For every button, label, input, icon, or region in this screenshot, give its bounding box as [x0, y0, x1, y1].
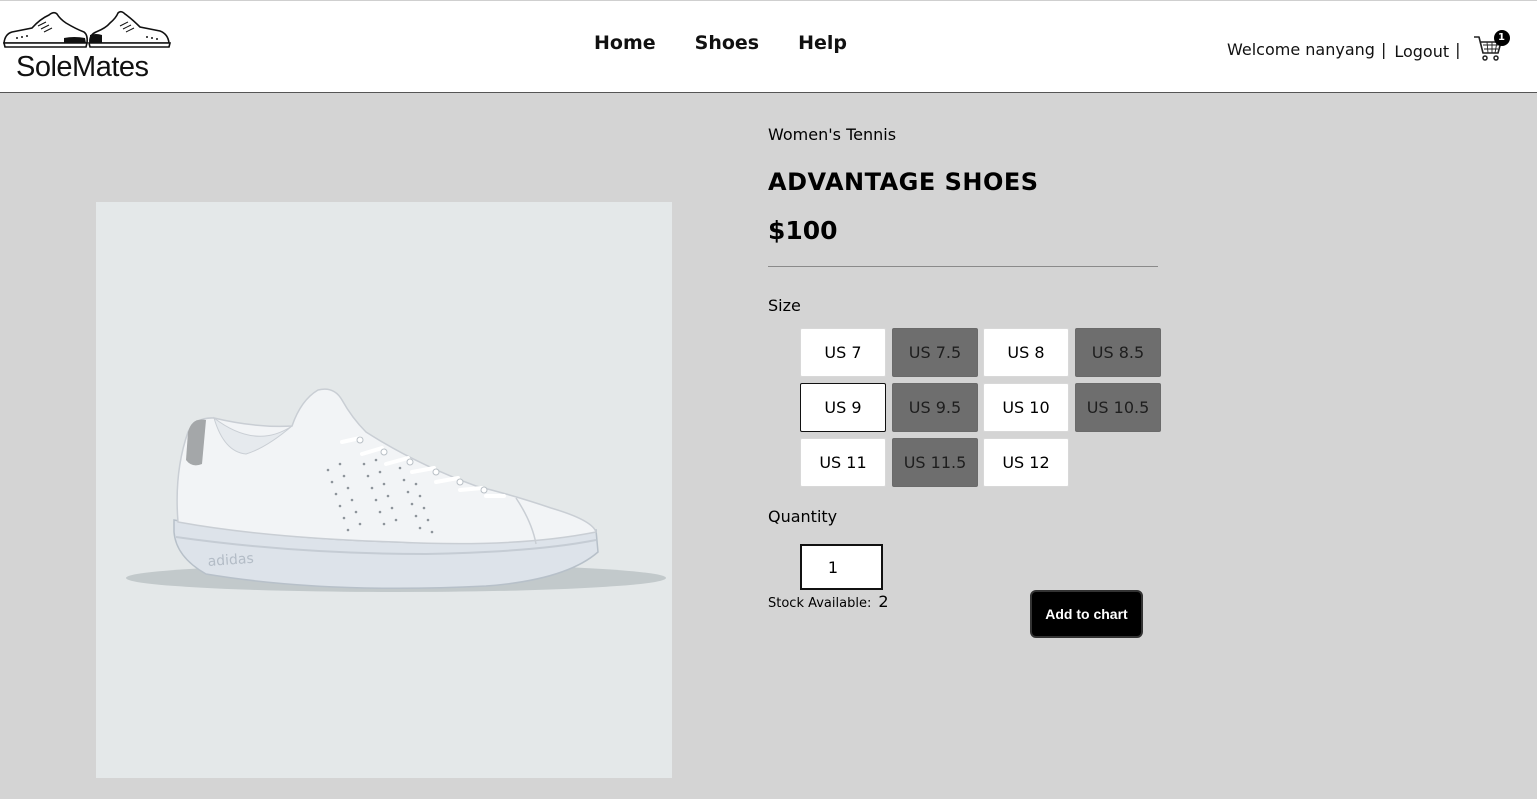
logo-text: SoleMates: [16, 51, 149, 83]
quantity-label: Quantity: [768, 507, 838, 526]
size-option-us-7-5[interactable]: US 7.5: [892, 328, 978, 377]
stock-label: Stock Available:: [768, 596, 872, 611]
cart-count-badge: 1: [1493, 30, 1510, 46]
separator: |: [1455, 39, 1461, 59]
size-option-us-11[interactable]: US 11: [800, 438, 886, 487]
divider: [768, 266, 1158, 267]
size-option-us-8[interactable]: US 8: [983, 328, 1069, 377]
stock-info: Stock Available: 2: [768, 592, 889, 611]
size-option-us-8-5[interactable]: US 8.5: [1075, 328, 1161, 377]
sneakers-logo-icon: [2, 10, 172, 48]
solemates-logo[interactable]: SoleMates: [2, 5, 172, 83]
stock-value: 2: [878, 592, 889, 611]
product-image: adidas: [96, 202, 672, 778]
size-option-us-9[interactable]: US 9: [800, 383, 886, 432]
product-title: ADVANTAGE SHOES: [768, 168, 1039, 196]
size-label: Size: [768, 296, 801, 315]
add-to-cart-button[interactable]: Add to chart: [1030, 590, 1143, 638]
product-info: Women's Tennis ADVANTAGE SHOES $100 Size…: [768, 124, 1161, 638]
svg-text:adidas: adidas: [207, 551, 254, 570]
nav-help[interactable]: Help: [798, 32, 847, 54]
size-option-us-12[interactable]: US 12: [983, 438, 1069, 487]
nav-shoes[interactable]: Shoes: [695, 32, 759, 54]
main-nav: Home Shoes Help: [594, 32, 847, 54]
size-option-us-10-5[interactable]: US 10.5: [1075, 383, 1161, 432]
product-price: $100: [768, 216, 838, 245]
nav-home[interactable]: Home: [594, 32, 656, 54]
logout-link[interactable]: Logout: [1394, 42, 1449, 61]
size-option-us-10[interactable]: US 10: [983, 383, 1069, 432]
user-area: Welcome nanyang | Logout | 1: [1227, 30, 1510, 63]
size-option-us-7[interactable]: US 7: [800, 328, 886, 377]
quantity-input[interactable]: [800, 544, 883, 590]
separator: |: [1380, 39, 1387, 59]
welcome-text: Welcome nanyang: [1227, 39, 1375, 59]
size-option-us-11-5[interactable]: US 11.5: [892, 438, 978, 487]
size-option-us-9-5[interactable]: US 9.5: [892, 383, 978, 432]
cart-button[interactable]: 1: [1473, 30, 1510, 63]
site-header: SoleMates Home Shoes Help Welcome nanyan…: [0, 0, 1537, 93]
sneaker-image-icon: adidas: [126, 388, 666, 592]
product-category: Women's Tennis: [768, 125, 897, 144]
